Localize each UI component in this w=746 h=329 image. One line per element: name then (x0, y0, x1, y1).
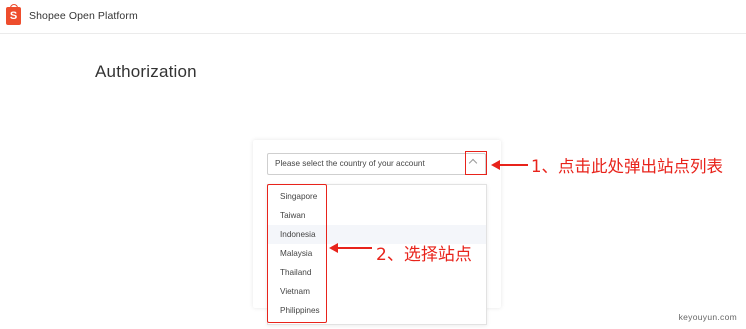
annotation-note-1: 1、点击此处弹出站点列表 (531, 157, 723, 176)
annotation-box-country-list (267, 184, 327, 323)
shopee-logo-icon[interactable]: S (6, 4, 21, 25)
annotation-note-2: 2、选择站点 (376, 245, 472, 265)
country-select-placeholder: Please select the country of your accoun… (275, 159, 425, 168)
watermark: keyouyun.com (678, 312, 737, 322)
country-select[interactable]: Please select the country of your accoun… (267, 153, 486, 175)
annotation-box-dropdown-toggle (465, 151, 487, 175)
annotation-arrow-1 (491, 160, 528, 170)
annotation-arrow-2 (329, 243, 372, 253)
brand-name[interactable]: Shopee Open Platform (29, 10, 138, 22)
top-header: S Shopee Open Platform (0, 0, 746, 34)
page-title: Authorization (95, 62, 197, 81)
